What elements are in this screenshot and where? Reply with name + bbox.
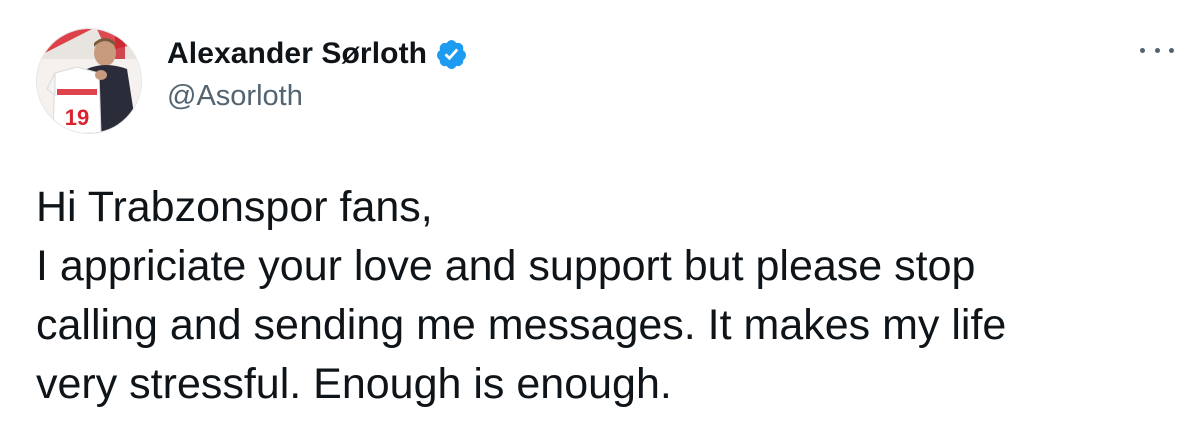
display-name[interactable]: Alexander Sørloth: [167, 37, 427, 71]
more-options-icon[interactable]: [1140, 40, 1174, 60]
user-info: Alexander Sørloth @Asorloth: [167, 34, 468, 113]
tweet-line: very stressful. Enough is enough.: [36, 360, 672, 408]
tweet-card: 19 Alexander Sørloth @Asorloth Hi Trabzo…: [0, 0, 1200, 431]
shirt-number: 19: [65, 105, 89, 130]
tweet-text: Hi Trabzonspor fans, I appriciate your l…: [36, 178, 1186, 414]
avatar[interactable]: 19: [36, 28, 142, 134]
verified-badge-icon: [435, 38, 468, 71]
avatar-photo: 19: [37, 29, 141, 133]
dot: [1169, 47, 1174, 53]
tweet-line: calling and sending me messages. It make…: [36, 301, 1007, 349]
name-row: Alexander Sørloth: [167, 34, 468, 74]
tweet-line: Hi Trabzonspor fans,: [36, 183, 433, 231]
dot: [1140, 47, 1145, 53]
tweet-line: I appriciate your love and support but p…: [36, 242, 976, 290]
dot: [1154, 47, 1160, 53]
user-handle[interactable]: @Asorloth: [167, 80, 468, 113]
